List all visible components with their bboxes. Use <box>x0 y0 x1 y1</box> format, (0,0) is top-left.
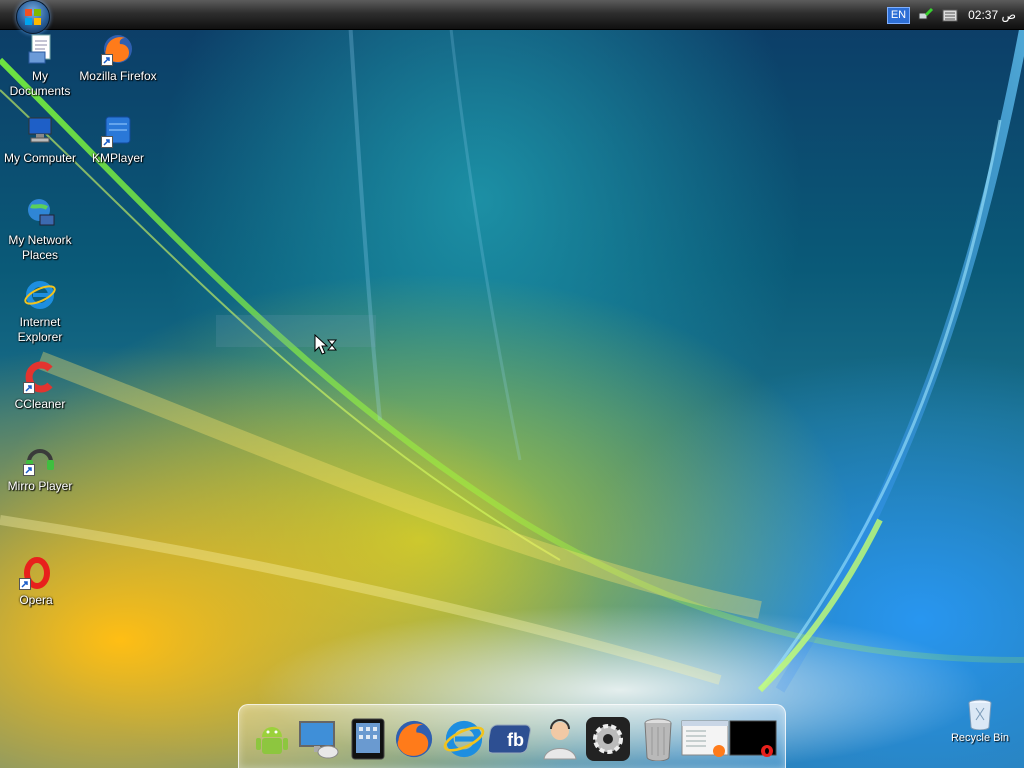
desktop-icon-ccleaner[interactable]: CCleaner <box>0 360 80 412</box>
desktop-icon-my-documents[interactable]: My Documents <box>0 32 80 99</box>
ccleaner-icon <box>23 360 57 394</box>
facebook-icon: fb <box>489 724 531 754</box>
user-support-icon <box>543 719 577 760</box>
firefox-icon <box>395 720 433 758</box>
network-status-icon[interactable] <box>918 7 934 23</box>
dock-item-internet-explorer[interactable] <box>441 715 487 763</box>
shortcut-arrow-icon <box>23 382 35 394</box>
shortcut-arrow-icon <box>101 54 113 66</box>
windows-logo-icon <box>25 9 41 25</box>
kmplayer-icon <box>101 114 135 148</box>
keyboard-icon[interactable] <box>942 7 958 23</box>
desktop-icon-label: Mirro Player <box>7 479 73 493</box>
internet-explorer-icon <box>23 278 57 312</box>
desktop-icon-label: My Computer <box>3 151 77 165</box>
desktop-icon-opera[interactable]: Opera <box>0 556 76 608</box>
desktop-icon-label: My Documents <box>9 69 71 98</box>
network-places-icon <box>23 196 57 230</box>
desktop-icon-mozilla-firefox[interactable]: Mozilla Firefox <box>78 32 158 84</box>
computer-icon <box>299 721 339 759</box>
shortcut-arrow-icon <box>19 578 31 590</box>
desktop-icon-kmplayer[interactable]: KMPlayer <box>78 114 158 166</box>
opera-icon <box>19 556 53 590</box>
window-preview-icon <box>681 720 729 757</box>
desktop-icon-label: My Network Places <box>8 233 72 262</box>
dock-item-android[interactable] <box>249 715 295 763</box>
my-computer-icon <box>23 114 57 148</box>
desktop-icon-label: Mozilla Firefox <box>79 69 157 83</box>
facebook-label: fb <box>507 730 524 750</box>
trash-can-icon <box>644 718 672 761</box>
shortcut-arrow-icon <box>23 464 35 476</box>
my-documents-icon <box>23 32 57 66</box>
shortcut-arrow-icon <box>101 136 113 148</box>
system-tray: EN 02:37 ص <box>886 6 1016 24</box>
drag-ghost <box>216 315 376 347</box>
desktop-icon-internet-explorer[interactable]: Internet Explorer <box>0 278 80 345</box>
android-icon <box>256 727 288 754</box>
desktop-icon-label: CCleaner <box>14 397 66 411</box>
tablet-icon <box>351 718 385 760</box>
dock-item-facebook[interactable]: fb <box>489 715 535 763</box>
top-taskbar: EN 02:37 ص <box>0 0 1024 34</box>
dock-item-computer[interactable] <box>295 715 341 763</box>
dock-item-window-preview[interactable] <box>681 715 729 763</box>
recycle-bin-label: Recycle Bin <box>950 732 1010 744</box>
dock-item-firefox[interactable] <box>391 715 437 763</box>
desktop-icon-label: Opera <box>19 593 53 607</box>
firefox-icon <box>101 32 135 66</box>
dock-item-trash[interactable] <box>635 715 681 763</box>
clock[interactable]: 02:37 ص <box>968 8 1016 22</box>
busy-cursor-icon <box>314 334 338 355</box>
desktop-icon-my-network-places[interactable]: My Network Places <box>0 196 80 263</box>
dock-item-opera-window[interactable] <box>729 715 777 763</box>
recycle-bin-icon <box>968 699 992 730</box>
dock-item-tablet[interactable] <box>345 715 391 763</box>
mirro-player-icon <box>23 442 57 476</box>
dock: fb <box>238 704 786 768</box>
desktop-icon-recycle-bin[interactable]: Recycle Bin <box>940 698 1020 744</box>
opera-window-icon <box>729 720 777 757</box>
desktop-icon-my-computer[interactable]: My Computer <box>0 114 80 166</box>
dock-item-settings[interactable] <box>585 715 631 763</box>
desktop-icon-label: KMPlayer <box>91 151 144 165</box>
desktop-icon-label: Internet Explorer <box>17 315 63 344</box>
desktop-icon-mirro-player[interactable]: Mirro Player <box>0 442 80 494</box>
settings-gear-icon <box>586 717 630 761</box>
language-indicator[interactable]: EN <box>886 6 911 24</box>
dock-item-user-support[interactable] <box>537 715 583 763</box>
internet-explorer-icon <box>443 720 485 758</box>
start-button[interactable] <box>16 0 50 34</box>
